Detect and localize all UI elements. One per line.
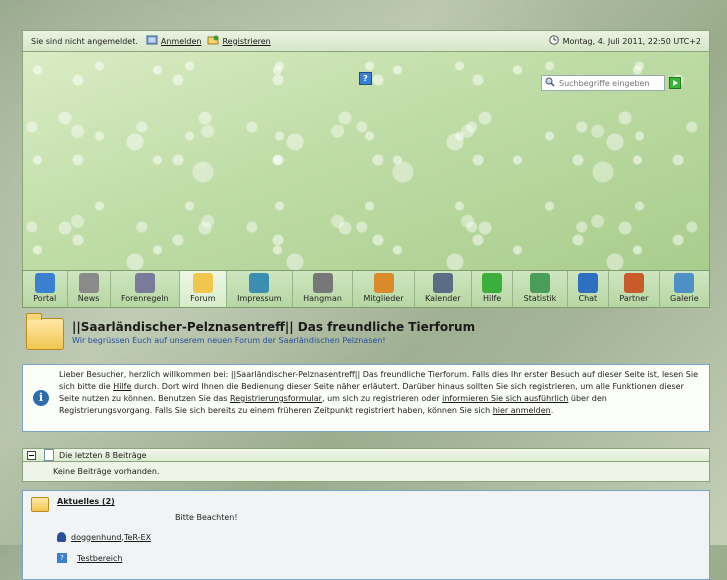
nav-item-label: Statistik: [523, 294, 557, 303]
portal-icon: [34, 273, 55, 293]
page-frame: Sie sind nicht angemeldet. Anmelden Regi…: [22, 30, 710, 580]
nav-item-label: Hilfe: [483, 294, 502, 303]
members-icon: [373, 273, 394, 293]
chat-icon: [577, 273, 598, 293]
nav-item-hilfe[interactable]: Hilfe: [472, 271, 514, 307]
registration-info-link[interactable]: informieren Sie sich ausführlich: [442, 394, 568, 403]
board-moderators: doggenhund, TeR-EX: [57, 532, 151, 542]
help-link[interactable]: Hilfe: [113, 382, 131, 391]
calendar-icon: [432, 273, 453, 293]
page-title: ||Saarländischer-Pelznasentreff|| Das fr…: [72, 320, 476, 334]
nav-item-statistik[interactable]: Statistik: [513, 271, 568, 307]
nav-item-hangman[interactable]: Hangman: [293, 271, 354, 307]
nav-item-label: Galerie: [670, 294, 699, 303]
board-row: Aktuelles (2) Bitte Beachten! doggenhund…: [22, 490, 710, 580]
nav-item-partner[interactable]: Partner: [609, 271, 660, 307]
recent-posts-body: Keine Beiträge vorhanden.: [22, 462, 710, 482]
document-icon: [44, 449, 54, 461]
board-title-link[interactable]: Aktuelles (2): [57, 497, 115, 506]
partner-icon: [623, 273, 644, 293]
forum-icon: [192, 273, 213, 293]
nav-item-impressum[interactable]: Impressum: [227, 271, 293, 307]
registration-form-link[interactable]: Registrierungsformular: [230, 394, 322, 403]
moderator-link[interactable]: TeR-EX: [124, 533, 151, 542]
clock-icon: [548, 35, 559, 47]
main-navigation: Portal News Forenregeln Forum Impressum Hangm…: [22, 270, 710, 308]
info-text: , um sich zu registrieren oder: [321, 394, 443, 403]
nav-item-forenregeln[interactable]: Forenregeln: [111, 271, 180, 307]
login-here-link[interactable]: hier anmelden: [493, 406, 551, 415]
register-icon: [207, 35, 219, 47]
hangman-icon: [312, 273, 333, 293]
welcome-info-box: i Lieber Besucher, herzlich willkommen b…: [22, 364, 710, 432]
search-submit-button[interactable]: [669, 77, 681, 89]
board-description: Bitte Beachten!: [175, 513, 238, 522]
nav-item-label: Portal: [33, 294, 57, 303]
nav-item-mitglieder[interactable]: Mitglieder: [353, 271, 415, 307]
login-link[interactable]: Anmelden: [161, 37, 202, 46]
search-box: [541, 75, 665, 91]
forum-folder-icon: [26, 313, 64, 350]
search-input[interactable]: [555, 78, 659, 88]
recent-posts-empty: Keine Beiträge vorhanden.: [53, 467, 160, 476]
header-banner: ?: [22, 52, 710, 270]
current-datetime: Montag, 4. Juli 2011, 22:50 UTC+2: [562, 36, 701, 46]
nav-item-chat[interactable]: Chat: [568, 271, 610, 307]
nav-item-label: Chat: [578, 294, 598, 303]
login-icon: [146, 35, 158, 47]
nav-item-label: Kalender: [425, 294, 461, 303]
login-status: Sie sind nicht angemeldet.: [31, 36, 138, 46]
user-icon: [57, 532, 66, 542]
nav-item-label: Forum: [190, 294, 216, 303]
help-badge-icon[interactable]: ?: [359, 72, 372, 85]
nav-item-portal[interactable]: Portal: [23, 271, 68, 307]
recent-posts-header: Die letzten 8 Beiträge: [22, 448, 710, 462]
page-subtitle: Wir begrüssen Euch auf unserem neuen For…: [72, 336, 386, 345]
search-icon: [545, 77, 555, 89]
help-icon: [482, 273, 503, 293]
nav-item-label: Partner: [619, 294, 649, 303]
top-bar: Sie sind nicht angemeldet. Anmelden Regi…: [22, 30, 710, 52]
register-link[interactable]: Registrieren: [222, 37, 270, 46]
nav-item-label: Forenregeln: [120, 294, 169, 303]
moderator-link[interactable]: doggenhund: [71, 533, 121, 542]
recent-posts-title: Die letzten 8 Beiträge: [59, 450, 147, 460]
board-folder-icon: [31, 497, 49, 512]
gallery-icon: [674, 273, 695, 293]
rules-icon: [134, 273, 155, 293]
subforum-icon: ?: [57, 553, 67, 563]
nav-item-kalender[interactable]: Kalender: [415, 271, 472, 307]
nav-item-label: News: [77, 294, 100, 303]
subforum-link[interactable]: Testbereich: [77, 554, 122, 563]
page-header: ||Saarländischer-Pelznasentreff|| Das fr…: [22, 313, 710, 362]
nav-item-news[interactable]: News: [68, 271, 111, 307]
subforum: ? Testbereich: [57, 553, 122, 563]
nav-item-galerie[interactable]: Galerie: [660, 271, 709, 307]
impressum-icon: [249, 273, 270, 293]
info-text: .: [550, 406, 554, 415]
nav-item-forum[interactable]: Forum: [179, 271, 227, 307]
nav-item-label: Impressum: [237, 294, 282, 303]
nav-item-label: Mitglieder: [363, 294, 404, 303]
statistics-icon: [529, 273, 550, 293]
info-icon: i: [33, 390, 49, 406]
nav-item-label: Hangman: [303, 294, 342, 303]
news-icon: [78, 273, 99, 293]
collapse-toggle-icon[interactable]: [27, 450, 36, 460]
